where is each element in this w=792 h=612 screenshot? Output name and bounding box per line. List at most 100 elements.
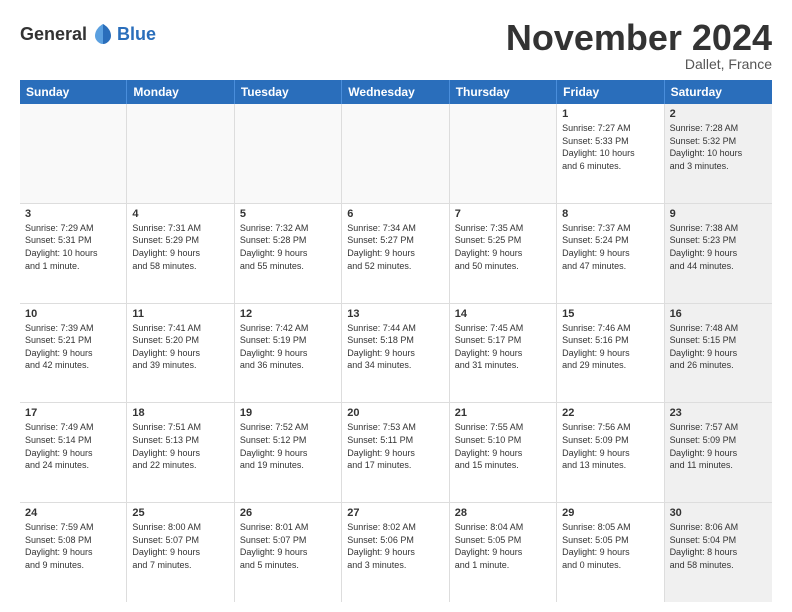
- calendar-cell: 2 Sunrise: 7:28 AM Sunset: 5:32 PM Daylig…: [665, 104, 772, 203]
- day-number: 14: [455, 308, 551, 320]
- day-number: 22: [562, 407, 658, 419]
- day-number: 3: [25, 208, 121, 220]
- day-number: 29: [562, 507, 658, 519]
- day-number: 21: [455, 407, 551, 419]
- header: General Blue November 2024 Dallet, Franc…: [20, 20, 772, 72]
- calendar-cell: 19 Sunrise: 7:52 AM Sunset: 5:12 PM Dayli…: [235, 403, 342, 502]
- header-saturday: Saturday: [665, 80, 772, 104]
- calendar-cell: 16 Sunrise: 7:48 AM Sunset: 5:15 PM Dayli…: [665, 304, 772, 403]
- calendar-cell: 30 Sunrise: 8:06 AM Sunset: 5:04 PM Dayli…: [665, 503, 772, 602]
- calendar-cell: [235, 104, 342, 203]
- header-sunday: Sunday: [20, 80, 127, 104]
- calendar-cell: 29 Sunrise: 8:05 AM Sunset: 5:05 PM Dayli…: [557, 503, 664, 602]
- logo-general: General: [20, 24, 87, 45]
- day-number: 9: [670, 208, 767, 220]
- calendar-cell: 20 Sunrise: 7:53 AM Sunset: 5:11 PM Dayli…: [342, 403, 449, 502]
- day-number: 20: [347, 407, 443, 419]
- day-number: 6: [347, 208, 443, 220]
- day-info: Sunrise: 8:06 AM Sunset: 5:04 PM Dayligh…: [670, 521, 767, 571]
- day-info: Sunrise: 7:48 AM Sunset: 5:15 PM Dayligh…: [670, 322, 767, 372]
- calendar-row: 10Sunrise: 7:39 AM Sunset: 5:21 PM Dayli…: [20, 304, 772, 404]
- location: Dallet, France: [506, 56, 772, 72]
- calendar-cell: 28 Sunrise: 8:04 AM Sunset: 5:05 PM Dayli…: [450, 503, 557, 602]
- calendar-cell: 3 Sunrise: 7:29 AM Sunset: 5:31 PM Daylig…: [20, 204, 127, 303]
- day-number: 19: [240, 407, 336, 419]
- calendar-cell: 21Sunrise: 7:55 AM Sunset: 5:10 PM Dayli…: [450, 403, 557, 502]
- day-number: 30: [670, 507, 767, 519]
- calendar-cell: [20, 104, 127, 203]
- logo: General Blue: [20, 20, 156, 48]
- header-tuesday: Tuesday: [235, 80, 342, 104]
- day-info: Sunrise: 7:38 AM Sunset: 5:23 PM Dayligh…: [670, 222, 767, 272]
- day-number: 17: [25, 407, 121, 419]
- calendar-row: 17 Sunrise: 7:49 AM Sunset: 5:14 PM Dayli…: [20, 403, 772, 503]
- day-number: 18: [132, 407, 228, 419]
- day-info: Sunrise: 7:49 AM Sunset: 5:14 PM Dayligh…: [25, 421, 121, 471]
- day-info: Sunrise: 7:37 AM Sunset: 5:24 PM Dayligh…: [562, 222, 658, 272]
- calendar-row: 3 Sunrise: 7:29 AM Sunset: 5:31 PM Daylig…: [20, 204, 772, 304]
- calendar-cell: 10Sunrise: 7:39 AM Sunset: 5:21 PM Dayli…: [20, 304, 127, 403]
- calendar-row: 24Sunrise: 7:59 AM Sunset: 5:08 PM Dayli…: [20, 503, 772, 602]
- day-number: 4: [132, 208, 228, 220]
- calendar-cell: 12 Sunrise: 7:42 AM Sunset: 5:19 PM Dayli…: [235, 304, 342, 403]
- calendar: Sunday Monday Tuesday Wednesday Thursday…: [20, 80, 772, 602]
- calendar-cell: 18Sunrise: 7:51 AM Sunset: 5:13 PM Dayli…: [127, 403, 234, 502]
- page: General Blue November 2024 Dallet, Franc…: [0, 0, 792, 612]
- title-section: November 2024 Dallet, France: [506, 20, 772, 72]
- calendar-cell: 26 Sunrise: 8:01 AM Sunset: 5:07 PM Dayli…: [235, 503, 342, 602]
- day-info: Sunrise: 8:02 AM Sunset: 5:06 PM Dayligh…: [347, 521, 443, 571]
- calendar-cell: 15Sunrise: 7:46 AM Sunset: 5:16 PM Dayli…: [557, 304, 664, 403]
- calendar-cell: 5 Sunrise: 7:32 AM Sunset: 5:28 PM Daylig…: [235, 204, 342, 303]
- day-info: Sunrise: 8:01 AM Sunset: 5:07 PM Dayligh…: [240, 521, 336, 571]
- day-info: Sunrise: 7:53 AM Sunset: 5:11 PM Dayligh…: [347, 421, 443, 471]
- day-info: Sunrise: 7:56 AM Sunset: 5:09 PM Dayligh…: [562, 421, 658, 471]
- logo-icon: [89, 20, 117, 48]
- calendar-cell: 17 Sunrise: 7:49 AM Sunset: 5:14 PM Dayli…: [20, 403, 127, 502]
- day-number: 16: [670, 308, 767, 320]
- day-info: Sunrise: 7:32 AM Sunset: 5:28 PM Dayligh…: [240, 222, 336, 272]
- calendar-cell: 6 Sunrise: 7:34 AM Sunset: 5:27 PM Daylig…: [342, 204, 449, 303]
- day-number: 11: [132, 308, 228, 320]
- calendar-cell: 25Sunrise: 8:00 AM Sunset: 5:07 PM Dayli…: [127, 503, 234, 602]
- calendar-cell: 1Sunrise: 7:27 AM Sunset: 5:33 PM Daylig…: [557, 104, 664, 203]
- day-info: Sunrise: 7:45 AM Sunset: 5:17 PM Dayligh…: [455, 322, 551, 372]
- header-friday: Friday: [557, 80, 664, 104]
- day-number: 28: [455, 507, 551, 519]
- day-number: 10: [25, 308, 121, 320]
- logo-blue: Blue: [117, 24, 156, 45]
- day-info: Sunrise: 7:46 AM Sunset: 5:16 PM Dayligh…: [562, 322, 658, 372]
- day-info: Sunrise: 7:44 AM Sunset: 5:18 PM Dayligh…: [347, 322, 443, 372]
- calendar-cell: 22 Sunrise: 7:56 AM Sunset: 5:09 PM Dayli…: [557, 403, 664, 502]
- day-number: 23: [670, 407, 767, 419]
- day-info: Sunrise: 8:04 AM Sunset: 5:05 PM Dayligh…: [455, 521, 551, 571]
- day-info: Sunrise: 7:42 AM Sunset: 5:19 PM Dayligh…: [240, 322, 336, 372]
- calendar-cell: 13Sunrise: 7:44 AM Sunset: 5:18 PM Dayli…: [342, 304, 449, 403]
- calendar-row: 1Sunrise: 7:27 AM Sunset: 5:33 PM Daylig…: [20, 104, 772, 204]
- day-number: 26: [240, 507, 336, 519]
- day-number: 2: [670, 108, 767, 120]
- day-number: 1: [562, 108, 658, 120]
- calendar-cell: 14 Sunrise: 7:45 AM Sunset: 5:17 PM Dayli…: [450, 304, 557, 403]
- day-number: 7: [455, 208, 551, 220]
- calendar-cell: [127, 104, 234, 203]
- header-thursday: Thursday: [450, 80, 557, 104]
- calendar-header: Sunday Monday Tuesday Wednesday Thursday…: [20, 80, 772, 104]
- day-number: 27: [347, 507, 443, 519]
- day-info: Sunrise: 7:52 AM Sunset: 5:12 PM Dayligh…: [240, 421, 336, 471]
- day-info: Sunrise: 7:35 AM Sunset: 5:25 PM Dayligh…: [455, 222, 551, 272]
- calendar-cell: 27 Sunrise: 8:02 AM Sunset: 5:06 PM Dayli…: [342, 503, 449, 602]
- calendar-cell: [450, 104, 557, 203]
- day-number: 5: [240, 208, 336, 220]
- day-info: Sunrise: 8:05 AM Sunset: 5:05 PM Dayligh…: [562, 521, 658, 571]
- day-number: 8: [562, 208, 658, 220]
- day-info: Sunrise: 7:29 AM Sunset: 5:31 PM Dayligh…: [25, 222, 121, 272]
- day-info: Sunrise: 7:28 AM Sunset: 5:32 PM Dayligh…: [670, 122, 767, 172]
- day-number: 24: [25, 507, 121, 519]
- calendar-cell: 8 Sunrise: 7:37 AM Sunset: 5:24 PM Daylig…: [557, 204, 664, 303]
- day-number: 12: [240, 308, 336, 320]
- calendar-body: 1Sunrise: 7:27 AM Sunset: 5:33 PM Daylig…: [20, 104, 772, 602]
- calendar-cell: 24Sunrise: 7:59 AM Sunset: 5:08 PM Dayli…: [20, 503, 127, 602]
- calendar-cell: 7 Sunrise: 7:35 AM Sunset: 5:25 PM Daylig…: [450, 204, 557, 303]
- day-info: Sunrise: 7:34 AM Sunset: 5:27 PM Dayligh…: [347, 222, 443, 272]
- calendar-cell: 9 Sunrise: 7:38 AM Sunset: 5:23 PM Daylig…: [665, 204, 772, 303]
